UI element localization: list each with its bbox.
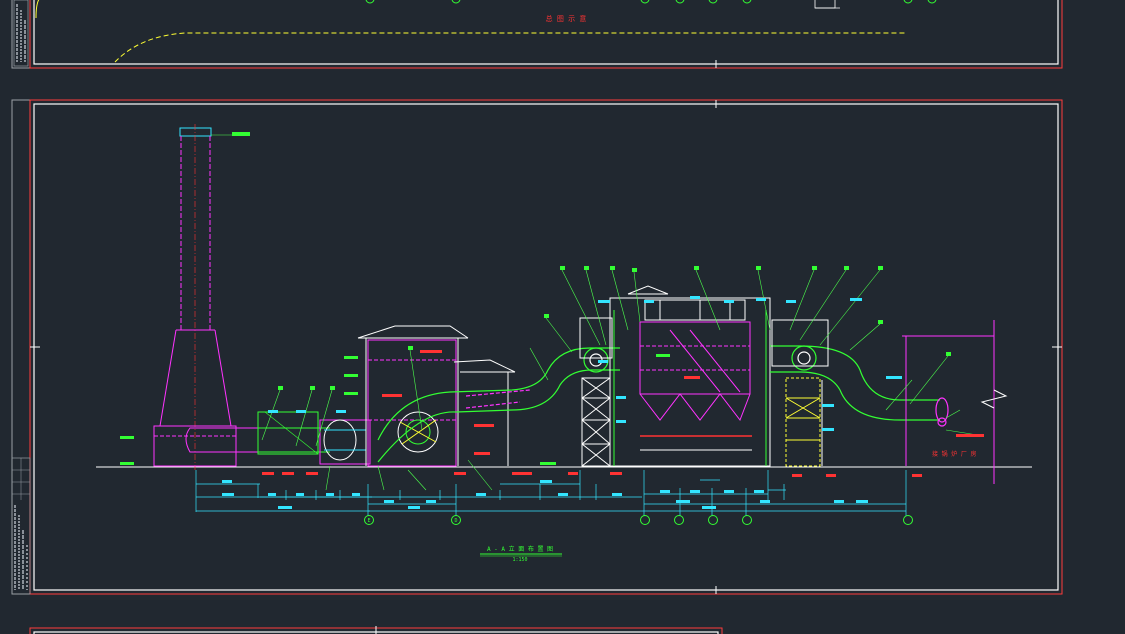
right-connection-note: 接 锅 炉 厂 房 (932, 450, 976, 458)
top-sheet: 总 图 示 意 (11, 0, 1063, 69)
chimney (153, 124, 250, 470)
grid-axis-bubbles (364, 515, 913, 525)
grid-axis-labels: E D (367, 518, 457, 524)
view-title: A - A 立 面 布 置 图 1:150 (480, 545, 562, 563)
right-duct (770, 345, 949, 427)
pump-house (357, 325, 516, 467)
rotary-screen (397, 411, 439, 453)
induced-draft-fan (319, 419, 371, 465)
grid-label-e: E (367, 518, 370, 524)
main-sheet: E D A - A 立 面 布 置 图 1:150 接 锅 炉 厂 房 (11, 99, 1063, 595)
support-tower (579, 317, 613, 467)
top-sheet-label: 总 图 示 意 (546, 14, 587, 23)
quench-tower (771, 319, 829, 467)
boiler-house-break (902, 320, 1008, 484)
title-block-strip-top (13, 0, 29, 67)
dimension-lines (195, 470, 907, 516)
cad-drawing-canvas[interactable]: 总 图 示 意 E D A - A 立 面 布 置 图 1:150 接 锅 炉 … (0, 0, 1125, 634)
bottom-sheet (29, 626, 723, 634)
grid-label-d: D (454, 518, 457, 524)
title-block-strip (11, 457, 31, 595)
view-scale-text: 1:150 (512, 557, 527, 563)
view-title-text: A - A 立 面 布 置 图 (487, 545, 553, 553)
flue-duct-left (185, 411, 330, 455)
